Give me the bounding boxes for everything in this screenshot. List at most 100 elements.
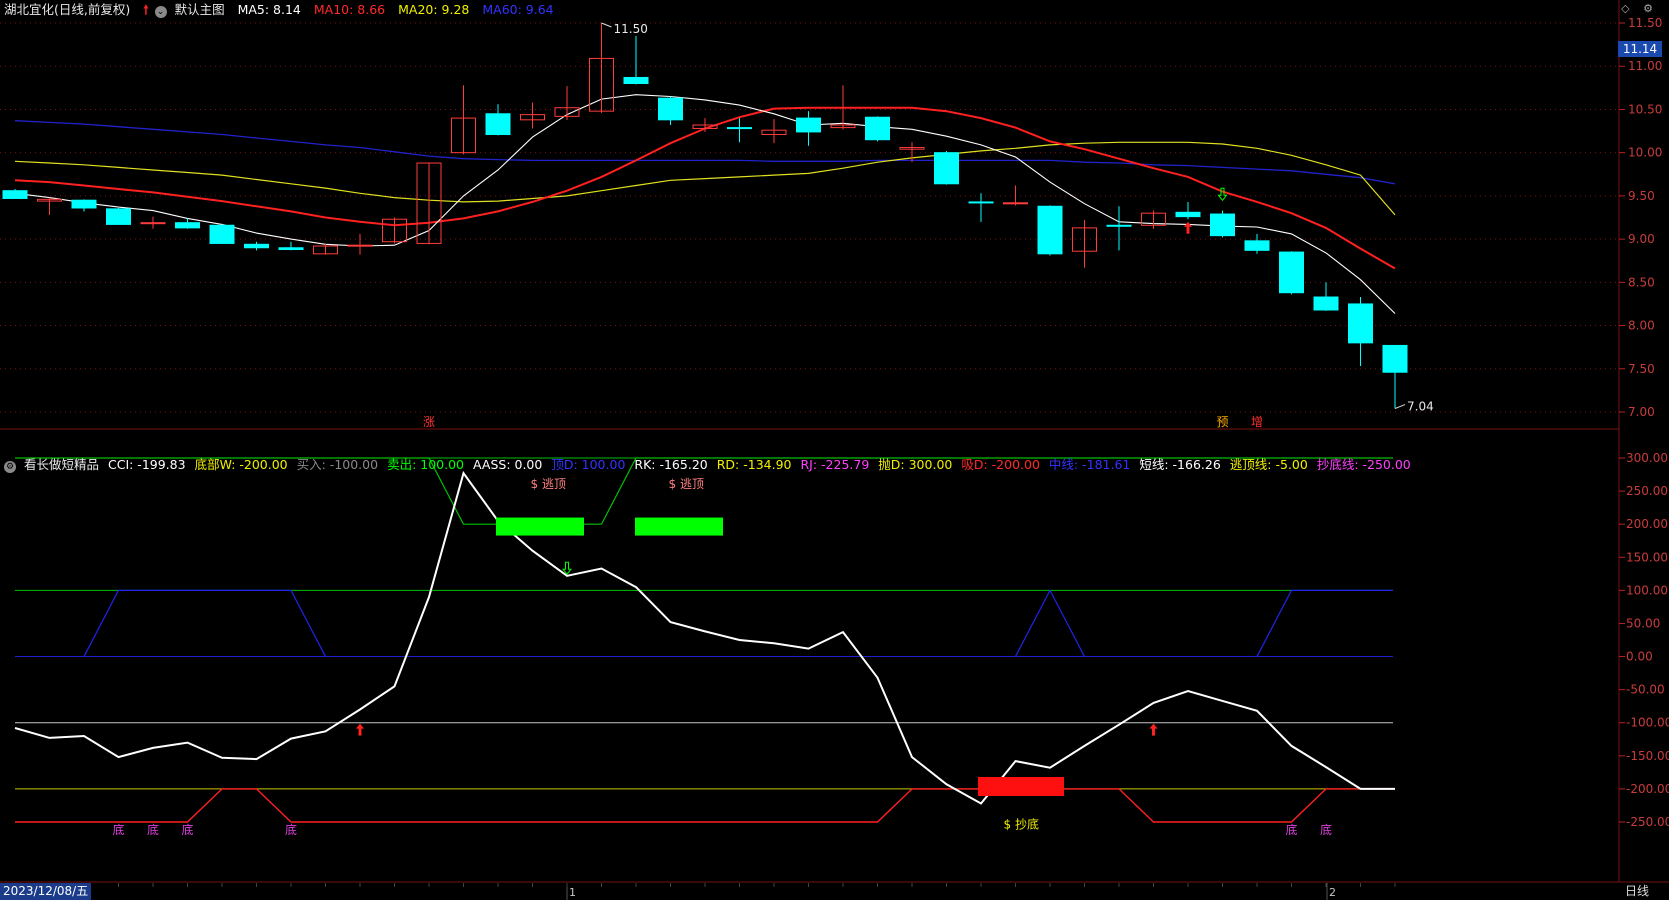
high-marker xyxy=(601,22,612,28)
di-marker: 底 xyxy=(113,822,125,837)
indicator-field: 卖出: 100.00 xyxy=(387,457,464,472)
di-marker: 底 xyxy=(147,822,159,837)
yu-marker: 预 xyxy=(1217,415,1229,429)
price-tick-label: 10.00 xyxy=(1628,146,1662,160)
indicator-field: 中线: -181.61 xyxy=(1048,457,1131,472)
cci-tick-label: 150.00 xyxy=(1626,550,1668,564)
di-marker: 底 xyxy=(182,822,194,837)
candle-body xyxy=(658,97,683,121)
candle-body xyxy=(2,190,28,199)
price-tick-label: 7.50 xyxy=(1628,362,1655,376)
main-chart-header: 湖北宜化(日线,前复权) 🠕 ⌄ 默认主图 MA5: 8.14 MA10: 8.… xyxy=(4,0,563,20)
candle-body xyxy=(71,199,97,209)
indicator-field: 逃顶线: -5.00 xyxy=(1229,457,1308,472)
candle-body xyxy=(1037,205,1063,255)
bottom-bar: 2023/12/08/五 日线 xyxy=(0,883,1669,900)
di-marker: 底 xyxy=(285,822,297,837)
escape-top-label: $ 逃顶 xyxy=(669,477,704,491)
buy-zone-line xyxy=(15,788,1393,823)
zhang-marker: 涨 xyxy=(423,414,435,429)
main-chart-selector[interactable]: 默认主图 xyxy=(175,2,225,17)
up-arrow-icon: 🠕 xyxy=(143,2,149,17)
low-marker xyxy=(1394,404,1406,410)
candle-body xyxy=(1244,240,1270,251)
price-tick-label: 9.50 xyxy=(1628,189,1655,203)
chart-corner-icons: ◇ ⚙ xyxy=(1611,2,1653,15)
price-tick-label: 10.50 xyxy=(1628,102,1662,116)
cci-tick-label: 300.00 xyxy=(1626,451,1668,465)
indicator-field: 顶D: 100.00 xyxy=(551,457,626,472)
settings-icon[interactable]: ⚙ xyxy=(1643,2,1653,15)
date-label: 2023/12/08/五 xyxy=(0,883,92,900)
cci-tick-label: 0.00 xyxy=(1626,650,1653,664)
candle-body xyxy=(140,222,166,225)
cci-tick-label: 250.00 xyxy=(1626,484,1668,498)
candle-body xyxy=(106,208,131,225)
candle-body xyxy=(347,244,373,247)
chart-canvas[interactable]: 11.50 11.00 10.50 10.00 9.50 9.00 8.50 8.00 7.50… xyxy=(0,0,1669,900)
indicator-field: CCI: -199.83 xyxy=(107,457,186,472)
ma20-label: MA20: 9.28 xyxy=(398,2,470,17)
period-button[interactable]: 日线 xyxy=(1625,883,1649,900)
di-marker: 底 xyxy=(1286,822,1298,837)
candle-body xyxy=(1382,344,1408,373)
sell-signal-block xyxy=(496,517,584,536)
price-tick-label: 11.00 xyxy=(1628,59,1662,73)
indicator-field: 短线: -166.26 xyxy=(1139,457,1221,472)
candle-body xyxy=(485,113,511,136)
buy-arrow-icon xyxy=(1149,723,1158,736)
indicator-field: RJ: -225.79 xyxy=(800,457,870,472)
candle-body xyxy=(278,247,304,250)
price-tick-label: 8.00 xyxy=(1628,319,1655,333)
escape-top-label: $ 逃顶 xyxy=(531,477,566,491)
zeng-marker: 增 xyxy=(1251,415,1263,429)
candle-body xyxy=(1313,296,1339,311)
high-label: 11.50 xyxy=(614,22,648,36)
ma5-label: MA5: 8.14 xyxy=(237,2,301,17)
stock-title: 湖北宜化(日线,前复权) xyxy=(4,2,131,17)
candle-body xyxy=(623,76,649,85)
indicator-field: RD: -134.90 xyxy=(716,457,792,472)
candle-body xyxy=(1348,303,1373,344)
candle-body xyxy=(1279,251,1304,294)
cci-tick-label: -250.00 xyxy=(1626,815,1669,829)
top-zone-line xyxy=(1256,589,1393,657)
low-label: 7.04 xyxy=(1407,400,1434,414)
cci-tick-label: -100.00 xyxy=(1626,716,1669,730)
chevron-down-icon[interactable]: ⌄ xyxy=(154,6,167,18)
buy-arrow-icon xyxy=(1184,221,1192,234)
indicator-field: 吸D: -200.00 xyxy=(961,457,1040,472)
candle-body xyxy=(865,116,890,141)
ma60-label: MA60: 9.64 xyxy=(482,2,554,17)
indicator-field: 抄底线: -250.00 xyxy=(1316,457,1411,472)
indicator-name[interactable]: 看长做短精品 xyxy=(24,457,99,472)
indicator-field: AASS: 0.00 xyxy=(473,457,543,472)
sell-arrow-icon xyxy=(561,561,573,576)
buy-signal-block xyxy=(978,776,1064,796)
candle-body xyxy=(968,201,994,204)
candle-body xyxy=(209,224,235,244)
sell-signal-block xyxy=(635,517,723,536)
candle-body xyxy=(1175,211,1201,218)
indicator-field: 抛D: 300.00 xyxy=(878,457,953,472)
candle-body xyxy=(1210,213,1235,237)
settings-icon[interactable]: ⚙ xyxy=(4,461,16,473)
price-tick-label: 11.50 xyxy=(1628,16,1662,30)
candle-body xyxy=(175,222,200,229)
cci-tick-label: -50.00 xyxy=(1626,683,1665,697)
candle-body xyxy=(727,127,752,130)
indicator-field: 底部W: -200.00 xyxy=(194,457,288,472)
candle-body xyxy=(1003,202,1028,205)
indicator-field: 买入: -100.00 xyxy=(296,457,379,472)
diamond-icon[interactable]: ◇ xyxy=(1621,2,1629,15)
cci-tick-label: 50.00 xyxy=(1626,616,1660,630)
candle-body xyxy=(1106,224,1132,227)
indicator-header: ⚙ 看长做短精品 CCI: -199.83 底部W: -200.00 买入: -10… xyxy=(4,455,1429,475)
buy-arrow-icon xyxy=(356,723,364,736)
candle-body xyxy=(796,117,821,133)
current-price-tag: 11.14 xyxy=(1618,41,1662,57)
cci-tick-label: 200.00 xyxy=(1626,517,1668,531)
ma10-label: MA10: 8.66 xyxy=(313,2,386,17)
top-zone-line xyxy=(1014,589,1086,657)
candle-body xyxy=(244,243,269,249)
